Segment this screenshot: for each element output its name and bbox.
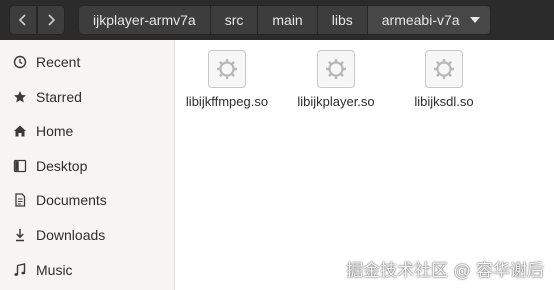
breadcrumb-item[interactable]: main [258, 5, 318, 35]
document-icon [13, 193, 27, 207]
chevron-right-icon [48, 14, 56, 26]
breadcrumb-item[interactable]: ijkplayer-armv7a [78, 5, 211, 35]
breadcrumb: ijkplayer-armv7a src main libs armeabi-v… [78, 5, 491, 35]
music-icon [13, 263, 27, 277]
sidebar-item-downloads[interactable]: Downloads [0, 218, 174, 252]
file-name: libijkffmpeg.so [185, 94, 269, 109]
desktop-icon [13, 159, 27, 173]
file-name: libijkplayer.so [297, 94, 375, 109]
star-icon [13, 90, 27, 104]
sidebar-item-desktop[interactable]: Desktop [0, 149, 174, 183]
file-view: libijkffmpeg.so libijkplayer.so libijksd… [176, 40, 554, 290]
chevron-left-icon [18, 14, 26, 26]
sidebar-item-documents[interactable]: Documents [0, 183, 174, 217]
download-icon [13, 228, 27, 242]
watermark: 掘金技术社区 @ 容华谢后 [346, 261, 544, 281]
sidebar-item-label: Recent [36, 54, 81, 70]
shared-library-icon [208, 50, 246, 88]
header-bar: ijkplayer-armv7a src main libs armeabi-v… [0, 0, 554, 40]
sidebar-item-label: Home [36, 123, 74, 139]
file-item[interactable]: libijkffmpeg.so [182, 50, 272, 110]
sidebar-item-recent[interactable]: Recent [0, 45, 174, 79]
breadcrumb-item[interactable]: libs [317, 5, 368, 35]
chevron-down-icon[interactable] [469, 17, 480, 23]
sidebar-item-music[interactable]: Music [0, 253, 174, 287]
sidebar-item-label: Documents [36, 192, 107, 208]
breadcrumb-item[interactable]: src [210, 5, 259, 35]
breadcrumb-item-current[interactable]: armeabi-v7a [367, 5, 491, 35]
sidebar-item-label: Desktop [36, 158, 88, 174]
sidebar-item-home[interactable]: Home [0, 114, 174, 148]
home-icon [13, 124, 27, 138]
file-name: libijksdl.so [414, 94, 474, 109]
shared-library-icon [425, 50, 463, 88]
clock-icon [13, 55, 27, 69]
forward-button[interactable] [37, 5, 65, 35]
file-item[interactable]: libijkplayer.so [291, 50, 381, 110]
sidebar-item-label: Music [36, 262, 73, 278]
sidebar-item-starred[interactable]: Starred [0, 80, 174, 114]
sidebar-item-label: Downloads [36, 227, 106, 243]
file-item[interactable]: libijksdl.so [399, 50, 489, 110]
sidebar: Recent Starred Home Desktop Documents Do… [0, 40, 175, 290]
back-button[interactable] [9, 5, 37, 35]
sidebar-item-label: Starred [36, 89, 82, 105]
shared-library-icon [317, 50, 355, 88]
